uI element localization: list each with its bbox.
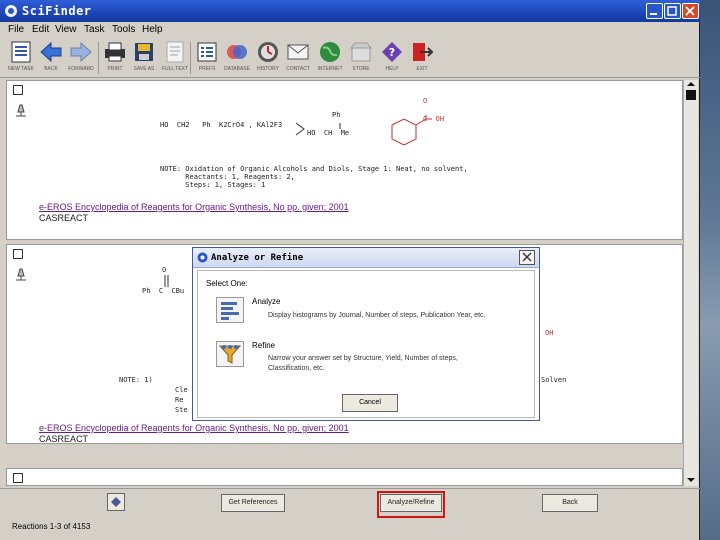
- microscope-icon[interactable]: [13, 267, 29, 281]
- maximize-button[interactable]: [664, 3, 681, 19]
- exit-icon: [413, 43, 434, 61]
- reaction-note-line: Ste: [175, 406, 188, 414]
- bottom-toolbar: Get References Analyze/Refine Back: [0, 488, 700, 516]
- full-text-icon: [166, 41, 184, 63]
- back-nav-button[interactable]: Back: [542, 494, 598, 512]
- reaction-reagents: HO CH2 Ph K2CrO4 , KAl2F3: [160, 121, 283, 129]
- help-icon: ?: [382, 42, 402, 62]
- preferences-icon: [197, 42, 217, 62]
- highlight-box: [377, 491, 445, 518]
- reference-source: CASREACT: [39, 213, 89, 223]
- funnel-icon: [218, 345, 242, 364]
- get-references-button[interactable]: Get References: [221, 494, 285, 512]
- dialog-title-bar: Analyze or Refine: [193, 248, 539, 268]
- reaction-note: NOTE: Oxidation of Organic Alcohols and …: [160, 165, 468, 189]
- menu-task[interactable]: Task: [84, 24, 105, 35]
- reaction-note-trailing: Solven: [541, 376, 567, 384]
- reaction-structure: [295, 115, 432, 146]
- structure-label-oh: OH: [545, 329, 554, 337]
- desktop-background: [700, 0, 720, 540]
- reference-source: CASREACT: [39, 434, 89, 444]
- dialog-body: Select One: Analyze Display histograms b…: [197, 270, 535, 418]
- reference-link[interactable]: e-EROS Encyclopedia of Reagents for Orga…: [39, 202, 349, 212]
- refine-option-desc: Classification, etc.: [268, 365, 325, 372]
- printer-icon: [105, 42, 125, 62]
- structure-label-c-oh: C OH: [423, 115, 445, 123]
- minimize-icon: [650, 13, 657, 15]
- analyze-option-title[interactable]: Analyze: [252, 297, 280, 306]
- scroll-thumb[interactable]: [686, 90, 696, 100]
- close-icon: [685, 6, 695, 16]
- window-title: SciFinder: [22, 4, 92, 18]
- exit-button[interactable]: EXIT: [405, 40, 439, 76]
- close-icon: [522, 252, 532, 262]
- back-arrow-icon: [40, 41, 62, 63]
- menu-view[interactable]: View: [55, 24, 77, 35]
- microscope-icon[interactable]: [13, 103, 29, 117]
- svg-text:?: ?: [389, 46, 395, 59]
- dialog-title: Analyze or Refine: [211, 253, 304, 263]
- reaction-note-line: Cle: [175, 386, 188, 394]
- analyze-refine-dialog: Analyze or Refine Select One: Analyze Di…: [192, 247, 540, 421]
- options-button[interactable]: [107, 493, 125, 511]
- scroll-down-icon[interactable]: [684, 476, 698, 484]
- select-checkbox[interactable]: [13, 249, 23, 259]
- histogram-icon: [221, 302, 239, 320]
- result-card: HO CH2 Ph K2CrO4 , KAl2F3 Ph HO CH Me O …: [6, 80, 683, 240]
- toolbar: NEW TASK BACK FORWARD PRINT SAVE AS FULL…: [0, 38, 700, 78]
- scroll-up-icon[interactable]: [684, 80, 698, 88]
- vertical-scrollbar[interactable]: [683, 80, 698, 486]
- structure-label-o: O: [162, 266, 167, 274]
- reference-link[interactable]: e-EROS Encyclopedia of Reagents for Orga…: [39, 423, 349, 433]
- select-checkbox[interactable]: [13, 85, 23, 95]
- new-task-icon: [11, 41, 31, 63]
- structure-label-o: O: [423, 97, 428, 105]
- reaction-note-line: Re: [175, 396, 184, 404]
- dialog-prompt: Select One:: [206, 279, 248, 288]
- title-bar: SciFinder: [0, 0, 700, 22]
- history-icon: [258, 42, 278, 62]
- status-text: Reactions 1-3 of 4153: [12, 522, 91, 531]
- scifinder-logo-icon: [5, 5, 17, 17]
- scifinder-logo-icon: [197, 252, 208, 263]
- result-card: [6, 468, 683, 486]
- envelope-icon: [287, 44, 309, 60]
- diamond-icon: [111, 497, 121, 507]
- store-icon: [349, 42, 373, 62]
- database-icon: [227, 45, 247, 59]
- refine-option-title[interactable]: Refine: [252, 341, 275, 350]
- globe-icon: [320, 42, 340, 62]
- status-bar: Reactions 1-3 of 4153: [0, 516, 700, 540]
- maximize-icon: [667, 6, 677, 16]
- dialog-close-button[interactable]: [519, 250, 535, 265]
- close-button[interactable]: [682, 3, 699, 19]
- menu-edit[interactable]: Edit: [32, 24, 49, 35]
- menu-help[interactable]: Help: [142, 24, 163, 35]
- menu-file[interactable]: File: [8, 24, 24, 35]
- refine-option-button[interactable]: [216, 341, 244, 367]
- menu-bar: File Edit View Task Tools Help: [0, 22, 700, 38]
- select-checkbox[interactable]: [13, 473, 23, 483]
- analyze-option-button[interactable]: [216, 297, 244, 323]
- menu-tools[interactable]: Tools: [112, 24, 135, 35]
- refine-option-desc: Narrow your answer set by Structure, Yie…: [268, 355, 458, 362]
- analyze-option-desc: Display histograms by Journal, Number of…: [268, 312, 486, 319]
- reaction-note: NOTE: 1): [119, 376, 153, 384]
- reaction-reagents: Ph C CBu: [142, 287, 185, 295]
- forward-arrow-icon: [70, 41, 92, 63]
- forward-button[interactable]: FORWARD: [64, 40, 98, 76]
- save-icon: [135, 43, 153, 61]
- carbonyl-bond: [164, 275, 169, 287]
- minimize-button[interactable]: [646, 3, 663, 19]
- cancel-button[interactable]: Cancel: [342, 394, 398, 412]
